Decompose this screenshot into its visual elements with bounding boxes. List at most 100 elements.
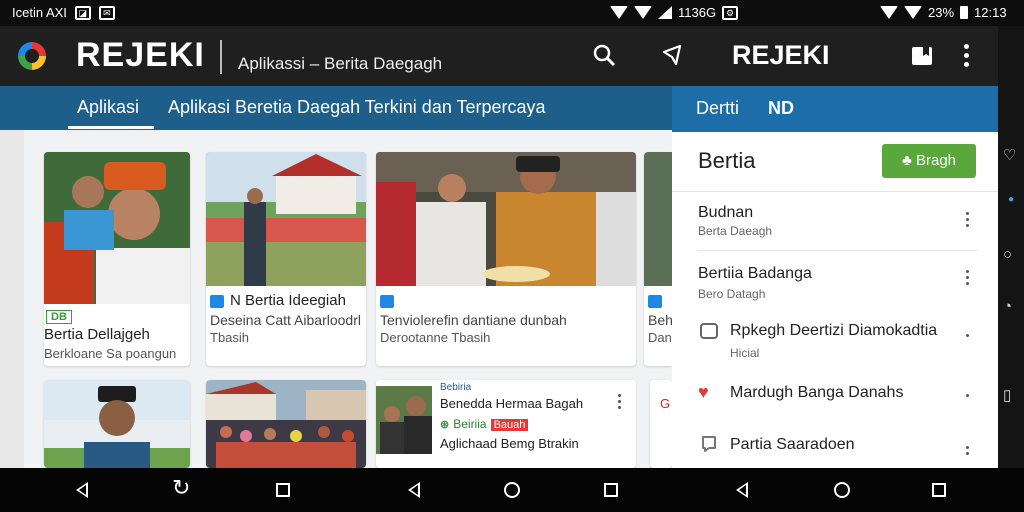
tab-bar: Aplikasi Aplikasi Beretia Daegah Terkini… [0, 86, 672, 130]
back-icon[interactable] [76, 482, 88, 498]
card-meta: Tbasih [210, 330, 250, 345]
battery-icon [960, 6, 969, 19]
notification-icon: ◪ [74, 5, 91, 20]
card-meta: Berkloane Sa poangun [44, 346, 177, 361]
carrier-label: Icetin AXI [12, 5, 67, 20]
battery-label: 23% [928, 5, 955, 20]
recents-icon[interactable] [604, 483, 618, 497]
chat-icon[interactable]: ♡ [1003, 146, 1016, 164]
status-left: Icetin AXI ◪ ✉ [12, 5, 115, 20]
app-logo[interactable] [18, 42, 46, 70]
circle-icon[interactable]: ○ [1003, 246, 1012, 263]
newspaper-icon [648, 294, 662, 308]
status-bar: Icetin AXI ◪ ✉ 1136G ⚙ 23% 12:13 [0, 0, 1024, 26]
news-image [44, 380, 190, 468]
card-subtitle: Deseina Catt Aibarloodrl [210, 312, 361, 328]
item-more-icon[interactable] [966, 212, 970, 227]
check-icon: ⊛ [440, 419, 450, 431]
edge-panel: ♡ ● ○ ◔ ▯ [998, 26, 1024, 468]
tab-indicator [68, 126, 154, 129]
news-image [44, 152, 190, 304]
wifi-icon [634, 6, 652, 19]
card-meta: Dan [648, 330, 672, 345]
recents-icon[interactable] [932, 483, 946, 497]
card-category: Bebiria [440, 382, 472, 393]
item-more-icon[interactable] [966, 394, 970, 397]
clock: 12:13 [974, 5, 1007, 20]
wifi-icon [880, 6, 898, 19]
bookmark-icon[interactable] [910, 44, 934, 72]
panel-title: Bertia [698, 148, 756, 173]
news-card[interactable]: Beh Dan [644, 152, 672, 366]
divider [672, 191, 998, 192]
tablet-icon [700, 322, 718, 345]
back-icon[interactable] [408, 482, 420, 498]
news-card[interactable] [206, 380, 366, 468]
card-more-icon[interactable] [618, 394, 622, 409]
news-card[interactable]: N Bertia Ideegiah Deseina Catt Aibarlood… [206, 152, 366, 366]
clock-icon[interactable]: ◔ [1003, 298, 1012, 315]
search-icon[interactable] [592, 43, 616, 71]
news-card[interactable]: G [650, 380, 672, 468]
follow-button[interactable]: ♣ Bragh [882, 144, 976, 178]
home-icon[interactable] [834, 482, 850, 498]
item-more-icon[interactable] [966, 270, 970, 285]
status-badge: Bauah [490, 419, 529, 431]
panel-item-title: Partia Saaradoen [730, 436, 855, 453]
news-image [376, 152, 636, 286]
refresh-icon[interactable]: ↻ [172, 477, 190, 499]
home-icon[interactable] [504, 482, 520, 498]
card-source: DB [46, 308, 76, 324]
back-icon[interactable] [736, 482, 748, 498]
news-grid: DB Bertia Dellajgeh Berkloane Sa poangun [0, 130, 672, 468]
divider [698, 250, 978, 251]
card-meta: Derootanne Tbasih [380, 330, 491, 345]
navigation-bar: ↻ [0, 468, 1024, 512]
newspaper-icon [380, 294, 394, 308]
card-subtitle: Aglichaad Bemg Btrakin [440, 436, 579, 451]
app-subtitle: Aplikassi – Berita Daegagh [238, 54, 443, 73]
megaphone-icon[interactable] [662, 44, 686, 70]
panel-item-title: Rpkegh Deertizi Diamokadtia [730, 322, 938, 339]
panel-tab-left[interactable]: Dertti [696, 98, 739, 119]
news-image [644, 152, 672, 286]
panel-tab-right[interactable]: ND [768, 98, 794, 119]
panel-item-title: Bertiia Badanga [698, 265, 812, 282]
item-more-icon[interactable] [966, 446, 970, 455]
image-icon [210, 294, 224, 308]
news-card[interactable]: Bebiria Benedda Hermaa Bagah ⊛ Beiriia Bau… [376, 380, 636, 468]
card-title: N Bertia Ideegiah [210, 292, 346, 309]
news-image [206, 380, 366, 468]
app-title-right: REJEKI [732, 40, 830, 70]
wifi-icon [904, 6, 922, 19]
news-card[interactable] [44, 380, 190, 468]
item-more-icon[interactable] [966, 334, 970, 337]
frame-icon[interactable]: ▯ [1003, 386, 1011, 404]
panel-item-subtitle: Bero Datagh [698, 287, 766, 301]
card-source [380, 292, 400, 309]
status-right: 23% 12:13 [880, 5, 1007, 20]
title-divider [220, 40, 222, 74]
recents-icon[interactable] [276, 483, 290, 497]
card-title: Tenviolerefin dantiane dunbah [380, 312, 567, 328]
indicator-icon: ● [1008, 194, 1015, 205]
left-edge [0, 130, 24, 468]
chat-icon [700, 435, 718, 458]
network-label: 1136G [678, 5, 717, 20]
news-image [206, 152, 366, 286]
app-bar: REJEKI Aplikassi – Berita Daegagh REJEKI [0, 26, 1000, 86]
tab-aplikasi[interactable]: Aplikasi [77, 97, 139, 118]
overflow-menu-icon[interactable] [964, 44, 970, 67]
user-icon: ♣ [901, 152, 916, 169]
mail-icon: ✉ [98, 5, 115, 20]
status-mid: 1136G ⚙ [610, 5, 739, 20]
card-source [648, 292, 668, 309]
category-badge: DB [46, 310, 72, 324]
news-card[interactable]: Tenviolerefin dantiane dunbah Derootanne… [376, 152, 636, 366]
news-card[interactable]: DB Bertia Dellajgeh Berkloane Sa poangun [44, 152, 190, 366]
panel-item-title: Mardugh Banga Danahs [730, 384, 904, 401]
card-tags: ⊛ Beiriia Bauah [440, 416, 529, 431]
panel-item-subtitle: Hicial [730, 346, 760, 360]
tab-headline[interactable]: Aplikasi Beretia Daegah Terkini dan Terp… [168, 97, 546, 118]
card-title: Bertia Dellajgeh [44, 326, 150, 343]
